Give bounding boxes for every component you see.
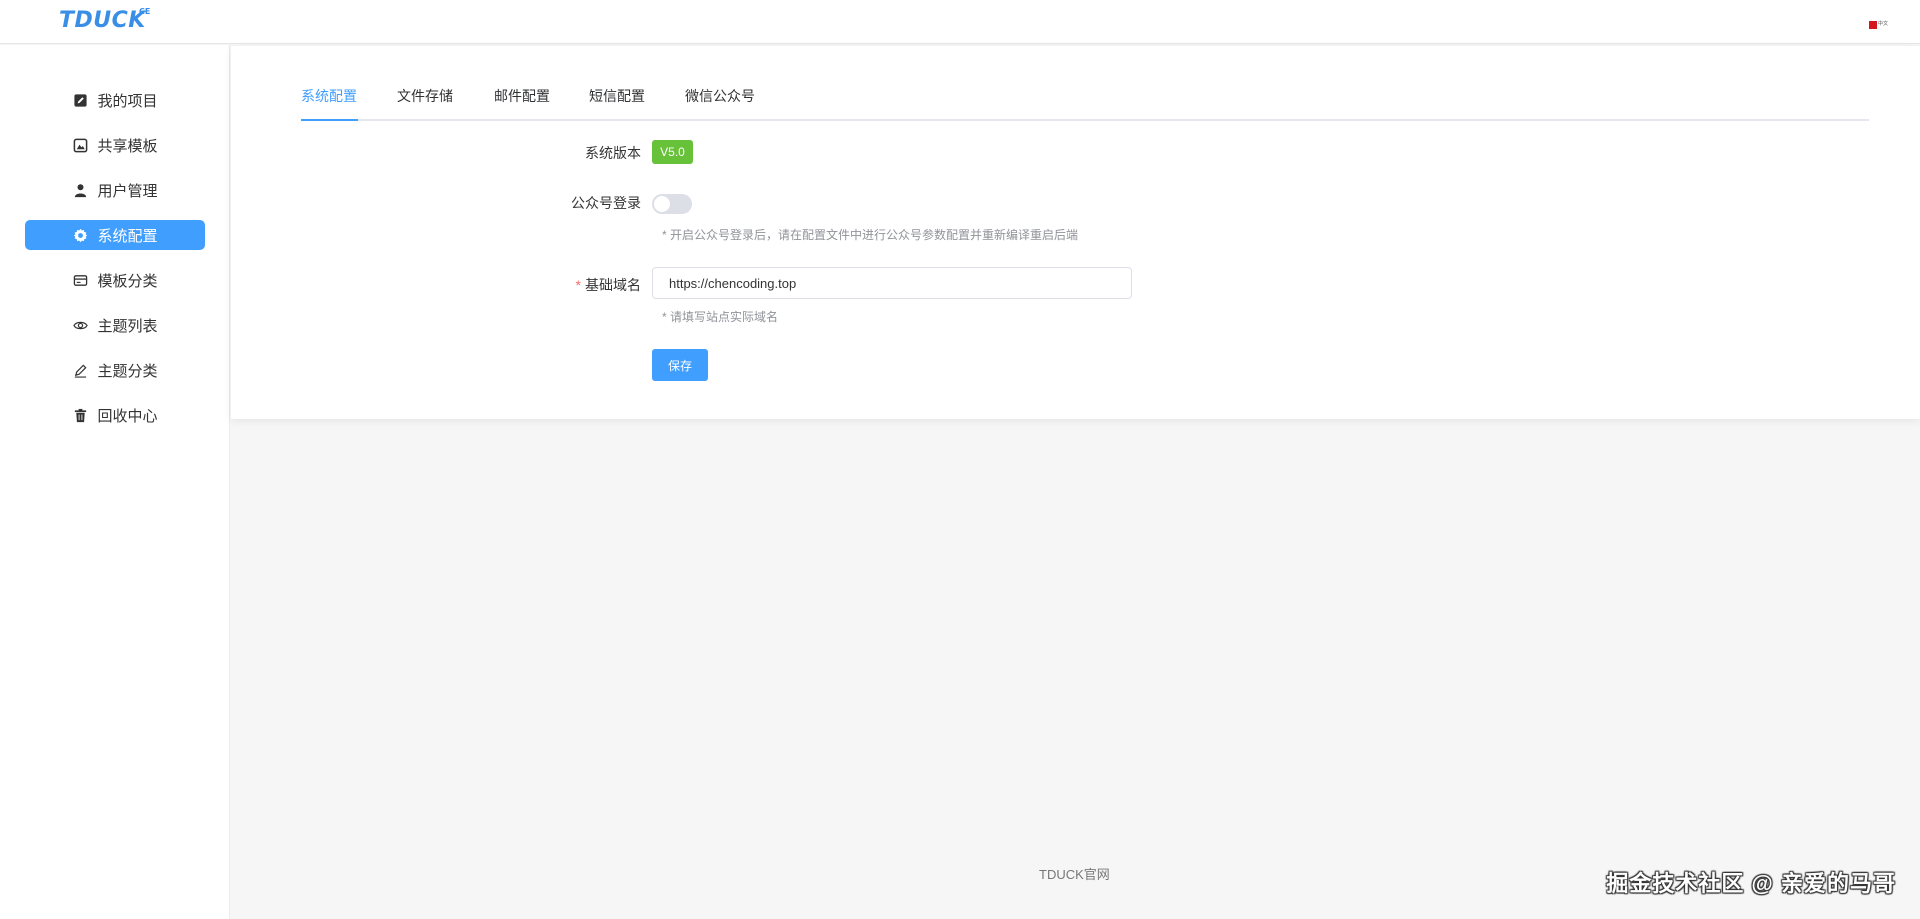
save-button[interactable]: 保存 xyxy=(652,349,708,381)
domain-label-text: 基础域名 xyxy=(585,277,641,293)
sidebar-item-my-projects[interactable]: 我的项目 xyxy=(25,85,205,115)
footer-link[interactable]: TDUCK官网 xyxy=(1039,864,1110,883)
pen-icon xyxy=(72,362,88,378)
top-header: TDUCK CE 中文 xyxy=(0,0,1920,44)
sidebar-item-label: 模板分类 xyxy=(97,272,158,290)
required-mark: * xyxy=(575,277,581,293)
sidebar-item-label: 回收中心 xyxy=(97,407,158,425)
mp-login-hint: * 开启公众号登录后，请在配置文件中进行公众号参数配置并重新编译重启后端 xyxy=(662,228,1079,242)
watermark: 掘金技术社区 @ 亲爱的马哥 xyxy=(1606,871,1896,896)
sidebar-item-template-category[interactable]: 模板分类 xyxy=(25,265,205,295)
flag-icon xyxy=(1869,20,1877,29)
language-switch-icon[interactable]: 中文 xyxy=(1869,20,1893,29)
sidebar-item-label: 系统配置 xyxy=(97,227,158,245)
trash-icon xyxy=(72,407,88,423)
language-label: 中文 xyxy=(1878,21,1889,27)
domain-input[interactable] xyxy=(652,267,1132,299)
active-tab-indicator xyxy=(301,119,358,121)
logo-edition: CE xyxy=(139,7,151,16)
tab-system-config[interactable]: 系统配置 xyxy=(301,76,357,121)
domain-label: * 基础域名 xyxy=(576,275,641,295)
mp-login-label: 公众号登录 xyxy=(571,195,641,211)
sidebar-item-label: 我的项目 xyxy=(97,92,158,110)
sidebar-item-label: 用户管理 xyxy=(97,182,158,200)
config-card: 系统配置 文件存储 邮件配置 短信配置 微信公众号 系统版本 V5.0 公众号登… xyxy=(231,46,1920,419)
image-icon xyxy=(72,137,88,153)
sidebar-item-theme-list[interactable]: 主题列表 xyxy=(25,310,205,340)
edit-square-icon xyxy=(72,92,88,108)
user-icon xyxy=(72,182,88,198)
config-tabs: 系统配置 文件存储 邮件配置 短信配置 微信公众号 xyxy=(301,76,1869,121)
sidebar-item-shared-templates[interactable]: 共享模板 xyxy=(25,130,205,160)
version-label: 系统版本 xyxy=(585,145,641,161)
sidebar-item-user-management[interactable]: 用户管理 xyxy=(25,175,205,205)
domain-hint: * 请填写站点实际域名 xyxy=(662,310,779,324)
mp-login-switch[interactable] xyxy=(652,194,692,214)
tab-email-config[interactable]: 邮件配置 xyxy=(494,76,550,121)
tab-file-storage[interactable]: 文件存储 xyxy=(397,76,453,121)
sidebar-item-label: 主题分类 xyxy=(97,362,158,380)
switch-knob xyxy=(654,196,670,212)
sidebar-item-label: 共享模板 xyxy=(97,137,158,155)
logo[interactable]: TDUCK xyxy=(59,8,146,33)
tab-sms-config[interactable]: 短信配置 xyxy=(589,76,645,121)
version-tag: V5.0 xyxy=(652,140,693,164)
sidebar-item-label: 主题列表 xyxy=(97,317,158,335)
sidebar-item-recycle-bin[interactable]: 回收中心 xyxy=(25,400,205,430)
tab-wechat-mp[interactable]: 微信公众号 xyxy=(685,76,755,121)
gear-icon xyxy=(72,227,88,243)
card-icon xyxy=(72,272,88,288)
eye-icon xyxy=(72,317,88,333)
sidebar: 我的项目 共享模板 用户管理 系统配置 模板分类 主题列表 主题分类 回收中心 xyxy=(0,45,230,919)
sidebar-item-system-config[interactable]: 系统配置 xyxy=(25,220,205,250)
sidebar-item-theme-category[interactable]: 主题分类 xyxy=(25,355,205,385)
